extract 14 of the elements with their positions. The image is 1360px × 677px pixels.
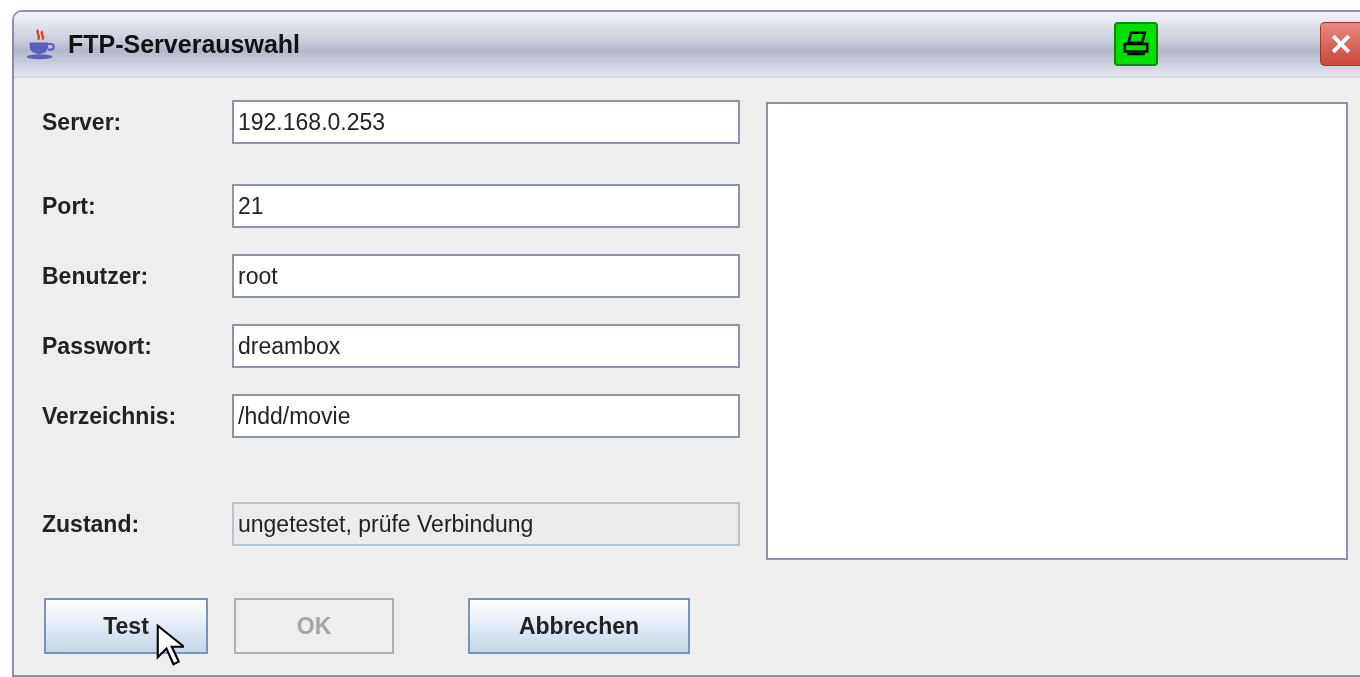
input-field[interactable]: root xyxy=(232,254,740,298)
dialog-button[interactable]: Abbrechen xyxy=(468,598,690,654)
field-label: Zustand: xyxy=(42,510,141,538)
input-field[interactable]: 21 xyxy=(232,184,740,228)
input-field[interactable]: /hdd/movie xyxy=(232,394,740,438)
dialog-button[interactable]: Test xyxy=(44,598,208,654)
field-label: Verzeichnis: xyxy=(42,402,178,430)
field-label: Server: xyxy=(42,108,123,136)
field-label: Benutzer: xyxy=(42,262,150,290)
window-title: FTP-Serverauswahl xyxy=(68,29,301,59)
field-label: Port: xyxy=(42,192,97,220)
input-field[interactable]: dreambox xyxy=(232,324,740,368)
field-label: Passwort: xyxy=(42,332,153,360)
input-field[interactable]: 192.168.0.253 xyxy=(232,100,740,144)
